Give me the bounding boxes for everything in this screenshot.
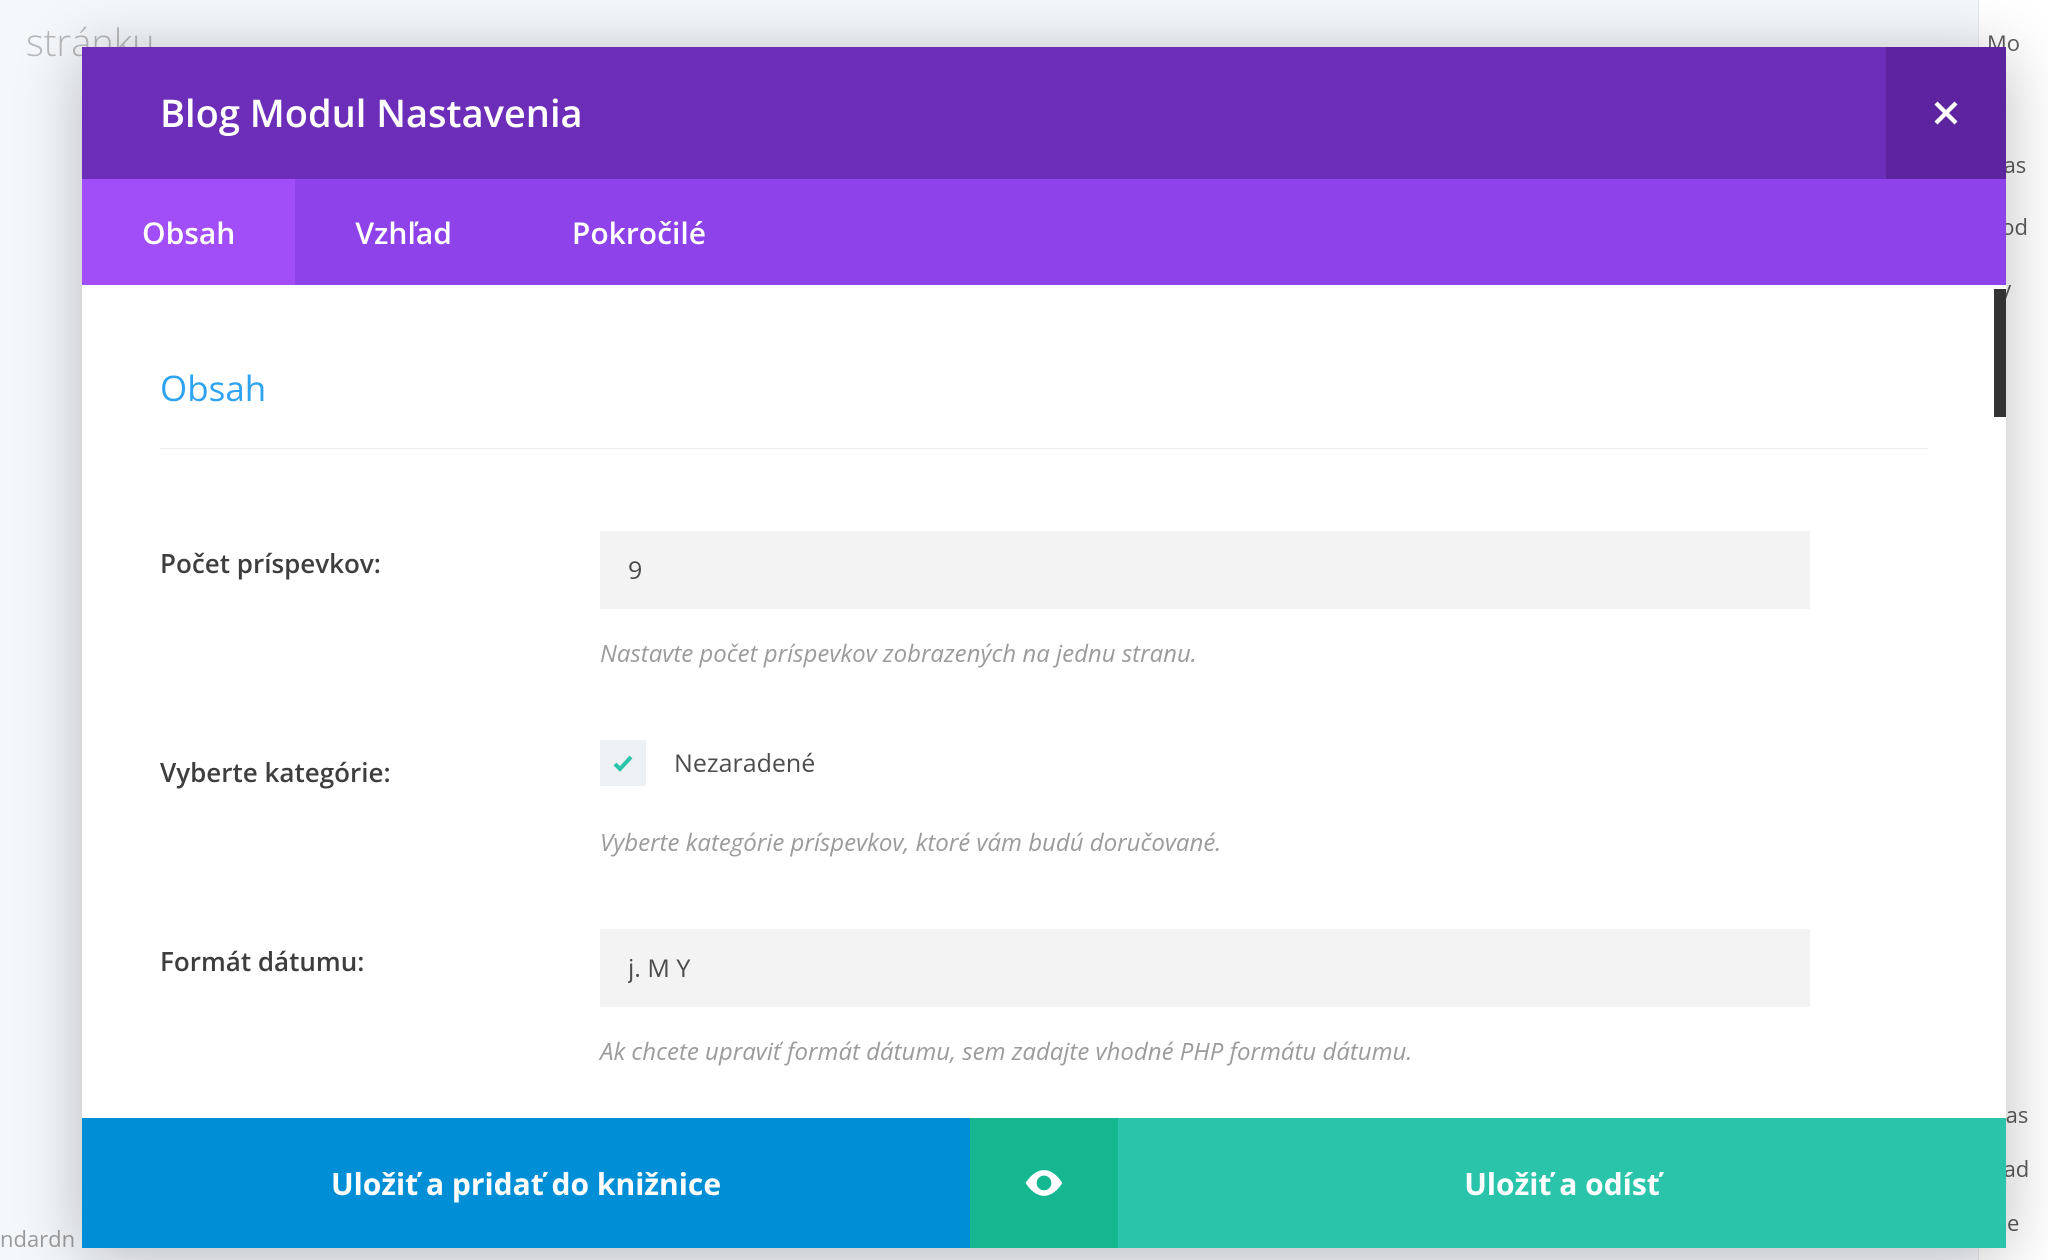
modal-title: Blog Modul Nastavenia <box>82 87 583 139</box>
preview-button[interactable] <box>970 1118 1118 1248</box>
field-label-wrapper: Vyberte kategórie: <box>160 740 600 790</box>
save-and-exit-button[interactable]: Uložiť a odísť <box>1118 1118 2006 1248</box>
field-input-wrapper: Ak chcete upraviť formát dátumu, sem zad… <box>600 929 1810 1068</box>
date-format-input[interactable] <box>600 929 1810 1007</box>
posts-count-input[interactable] <box>600 531 1810 609</box>
tab-advanced[interactable]: Pokročilé <box>512 179 766 285</box>
date-format-hint: Ak chcete upraviť formát dátumu, sem zad… <box>600 1035 1810 1068</box>
category-checkbox[interactable] <box>600 740 646 786</box>
posts-count-label: Počet príspevkov: <box>160 545 381 581</box>
field-posts-count: Počet príspevkov: Nastavte počet príspev… <box>160 531 1928 670</box>
field-label-wrapper: Formát dátumu: <box>160 929 600 979</box>
scrollbar-thumb[interactable] <box>1994 289 2006 417</box>
background-text-bottom: ndardn <box>0 1224 75 1254</box>
field-date-format: Formát dátumu: Ak chcete upraviť formát … <box>160 929 1928 1068</box>
tabs: Obsah Vzhľad Pokročilé <box>82 179 2006 285</box>
modal-footer: Uložiť a pridať do knižnice Uložiť a odí… <box>82 1118 2006 1248</box>
check-icon <box>611 751 635 775</box>
field-input-wrapper: Nezaradené Vyberte kategórie príspevkov,… <box>600 740 1810 859</box>
save-to-library-button[interactable]: Uložiť a pridať do knižnice <box>82 1118 970 1248</box>
close-icon <box>1931 98 1961 128</box>
modal-header: Blog Modul Nastavenia <box>82 47 2006 179</box>
categories-label: Vyberte kategórie: <box>160 754 391 790</box>
date-format-label: Formát dátumu: <box>160 943 364 979</box>
settings-modal: Blog Modul Nastavenia Obsah Vzhľad Pokro… <box>82 47 2006 1248</box>
category-option-label: Nezaradené <box>674 746 815 780</box>
field-label-wrapper: Počet príspevkov: <box>160 531 600 581</box>
tab-content[interactable]: Obsah <box>82 179 295 285</box>
categories-hint: Vyberte kategórie príspevkov, ktoré vám … <box>600 826 1810 859</box>
category-option: Nezaradené <box>600 740 1810 786</box>
section-title: Obsah <box>160 365 1928 449</box>
tab-design[interactable]: Vzhľad <box>295 179 512 285</box>
eye-icon <box>1022 1161 1066 1205</box>
posts-count-hint: Nastavte počet príspevkov zobrazených na… <box>600 637 1810 670</box>
close-button[interactable] <box>1886 47 2006 179</box>
modal-body: Obsah Počet príspevkov: Nastavte počet p… <box>82 285 2006 1118</box>
field-categories: Vyberte kategórie: Nezaradené Vyberte ka… <box>160 740 1928 859</box>
field-input-wrapper: Nastavte počet príspevkov zobrazených na… <box>600 531 1810 670</box>
